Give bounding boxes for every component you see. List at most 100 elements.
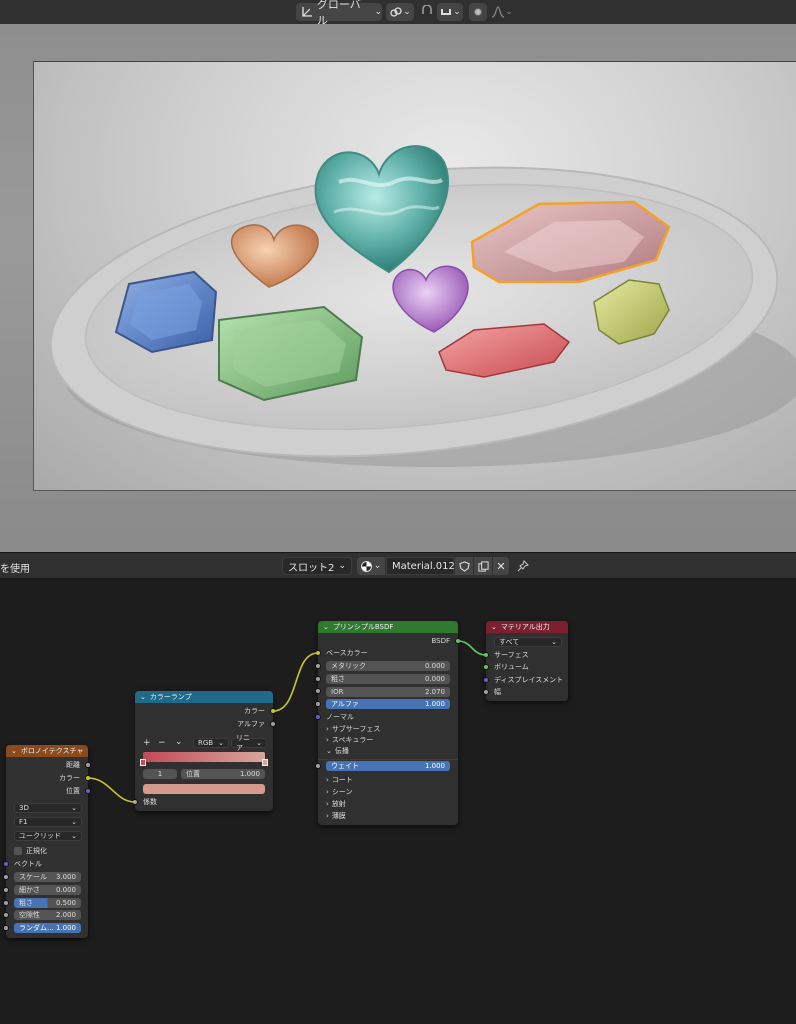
transform-orientation-dropdown[interactable]: グローバル ⌄: [296, 0, 382, 27]
roughness-field[interactable]: 粗さ 0.000: [326, 674, 450, 684]
metallic-field[interactable]: メタリック 0.000: [326, 661, 450, 671]
node-header[interactable]: ⌄ カラーランプ: [135, 691, 273, 703]
socket-position[interactable]: [85, 788, 91, 794]
dropdown-value: F1: [19, 818, 28, 826]
socket-roughness[interactable]: [3, 900, 9, 906]
socket-color-out[interactable]: [270, 708, 276, 714]
proportional-editing-toggle[interactable]: [469, 3, 487, 21]
socket-distance[interactable]: [85, 762, 91, 768]
socket-base-color-in[interactable]: [315, 650, 321, 656]
unlink-material-button[interactable]: ✕: [493, 557, 509, 575]
normalize-checkbox-row[interactable]: 正規化: [14, 846, 47, 856]
chevron-down-icon[interactable]: ⌄: [11, 747, 17, 755]
socket-surface-in[interactable]: [483, 652, 489, 658]
normalize-checkbox[interactable]: [14, 847, 22, 855]
detail-field[interactable]: 細かさ 0.000: [14, 885, 81, 895]
socket-alpha-in[interactable]: [315, 701, 321, 707]
socket-lacunarity[interactable]: [3, 912, 9, 918]
node-voronoi-texture[interactable]: ⌄ ボロノイテクスチャ 距離 カラー 位置 3D ⌄ F1 ⌄ ユークリッド ⌄ 正規…: [6, 745, 88, 938]
field-label: ウェイト: [331, 762, 359, 770]
chevron-down-icon: ⌄: [453, 7, 461, 17]
socket-displacement-in[interactable]: [483, 677, 489, 683]
socket-scale[interactable]: [3, 874, 9, 880]
slot-dropdown[interactable]: スロット2 ⌄: [282, 557, 352, 575]
alpha-field[interactable]: アルファ 1.000: [326, 699, 450, 709]
panel-separator: [318, 759, 458, 760]
lacunarity-field[interactable]: 空隙性 2.000: [14, 910, 81, 920]
chevron-down-icon[interactable]: ⌄: [323, 623, 329, 631]
socket-color-out[interactable]: [85, 775, 91, 781]
material-name-field[interactable]: Material.012: [386, 557, 455, 575]
add-stop-button[interactable]: +: [143, 738, 151, 748]
chevron-down-icon[interactable]: ⌄: [140, 693, 146, 701]
color-ramp-gradient[interactable]: [143, 752, 265, 762]
pin-icon: [517, 560, 529, 572]
ior-field[interactable]: IOR 2.070: [326, 687, 450, 697]
axis-icon: [302, 7, 312, 17]
duplicate-material-button[interactable]: [474, 557, 492, 575]
socket-thickness-in[interactable]: [483, 689, 489, 695]
socket-randomness[interactable]: [3, 925, 9, 931]
field-label: アルファ: [331, 700, 359, 708]
socket-volume-in[interactable]: [483, 664, 489, 670]
3d-viewport[interactable]: [0, 24, 796, 552]
randomness-field[interactable]: ランダム... 1.000: [14, 923, 81, 933]
panel-sheen[interactable]: › シーン: [318, 786, 458, 798]
use-nodes-label[interactable]: を使用: [0, 560, 30, 575]
chevron-down-icon[interactable]: ⌄: [491, 623, 497, 631]
viewport-header: グローバル ⌄ ⌄ ⌄ ⌄: [0, 0, 796, 27]
pin-button[interactable]: [514, 557, 532, 575]
material-browse-button[interactable]: ⌄: [357, 557, 385, 575]
dimensions-dropdown[interactable]: 3D ⌄: [14, 803, 82, 813]
panel-coat[interactable]: › コート: [318, 774, 458, 786]
normalize-label: 正規化: [26, 847, 47, 855]
socket-alpha-out[interactable]: [270, 721, 276, 727]
socket-normal-in[interactable]: [315, 714, 321, 720]
distance-metric-dropdown[interactable]: ユークリッド ⌄: [14, 831, 82, 841]
proportional-falloff-dropdown[interactable]: ⌄: [488, 3, 516, 21]
socket-fac-in[interactable]: [132, 799, 138, 805]
snap-toggle[interactable]: [418, 3, 436, 21]
render-target-dropdown[interactable]: すべて ⌄: [494, 637, 562, 647]
roughness-field[interactable]: 粗さ 0.500: [14, 898, 81, 908]
ramp-menu-chevron-icon[interactable]: ⌄: [175, 737, 183, 747]
node-editor-header: を使用 スロット2 ⌄ ⌄ Material.012 ✕: [0, 552, 796, 578]
socket-label: ボリューム: [494, 663, 529, 671]
node-header[interactable]: ⌄ プリンシプルBSDF: [318, 621, 458, 633]
field-value: 3.000: [55, 873, 76, 881]
stop-position-field[interactable]: 位置 1.000: [181, 769, 265, 779]
remove-stop-button[interactable]: −: [158, 738, 166, 748]
transmission-weight-field[interactable]: ウェイト 1.000: [326, 761, 450, 771]
node-material-output[interactable]: ⌄ マテリアル出力 すべて ⌄ サーフェス ボリューム ディスプレイスメント 幅: [486, 621, 568, 701]
dropdown-value: 3D: [19, 804, 29, 812]
field-label: スケール: [19, 873, 47, 881]
socket-ior-in[interactable]: [315, 688, 321, 694]
node-color-ramp[interactable]: ⌄ カラーランプ カラー アルファ + − ⌄ RGB ⌄ リニア ⌄ 1 位置 1.…: [135, 691, 273, 811]
chevron-down-icon: ⌄: [71, 832, 77, 840]
color-mode-dropdown[interactable]: RGB ⌄: [193, 738, 229, 748]
ramp-stop-handle[interactable]: [262, 759, 268, 766]
interpolation-dropdown[interactable]: リニア ⌄: [231, 734, 267, 752]
fake-user-button[interactable]: [455, 557, 473, 575]
socket-detail[interactable]: [3, 887, 9, 893]
node-header[interactable]: ⌄ マテリアル出力: [486, 621, 568, 633]
stop-index-field[interactable]: 1: [143, 769, 177, 779]
socket-metallic-in[interactable]: [315, 663, 321, 669]
dropdown-value: RGB: [198, 739, 214, 747]
socket-roughness-in[interactable]: [315, 676, 321, 682]
socket-bsdf-out[interactable]: [455, 638, 461, 644]
field-label: 細かさ: [19, 886, 40, 894]
feature-dropdown[interactable]: F1 ⌄: [14, 817, 82, 827]
snap-target-dropdown[interactable]: ⌄: [437, 3, 463, 21]
socket-weight-in[interactable]: [315, 763, 321, 769]
panel-emission[interactable]: › 放射: [318, 798, 458, 810]
ramp-stop-handle[interactable]: [140, 759, 146, 766]
node-header[interactable]: ⌄ ボロノイテクスチャ: [6, 745, 88, 757]
scale-field[interactable]: スケール 3.000: [14, 872, 81, 882]
panel-transmission[interactable]: ⌄ 伝播: [318, 745, 458, 757]
panel-thin-film[interactable]: › 薄膜: [318, 810, 458, 822]
stop-color-swatch[interactable]: [143, 784, 265, 794]
node-principled-bsdf[interactable]: ⌄ プリンシプルBSDF BSDF ベースカラー メタリック 0.000 粗さ 0.…: [318, 621, 458, 825]
socket-vector[interactable]: [3, 861, 9, 867]
pivot-point-dropdown[interactable]: ⌄: [386, 3, 414, 21]
